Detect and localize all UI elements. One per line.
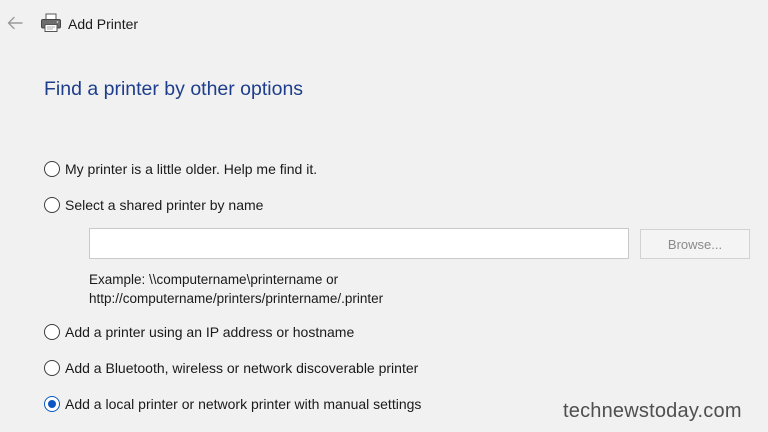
option-label: My printer is a little older. Help me fi… xyxy=(65,161,318,177)
option-label: Select a shared printer by name xyxy=(65,197,264,213)
option-label: Add a Bluetooth, wireless or network dis… xyxy=(65,360,419,376)
title-bar: Add Printer xyxy=(0,0,768,48)
example-line: Example: \\computername\printername or xyxy=(89,272,339,287)
example-line: http://computername/printers/printername… xyxy=(89,291,384,306)
option-label: Add a printer using an IP address or hos… xyxy=(65,324,355,340)
back-arrow-icon xyxy=(7,16,23,30)
back-button[interactable] xyxy=(4,12,26,34)
option-bluetooth-wireless[interactable]: Add a Bluetooth, wireless or network dis… xyxy=(44,360,418,376)
option-ip-address[interactable]: Add a printer using an IP address or hos… xyxy=(44,324,354,340)
watermark: technewstoday.com xyxy=(563,400,742,422)
option-label: Add a local printer or network printer w… xyxy=(65,396,422,412)
option-local-manual[interactable]: Add a local printer or network printer w… xyxy=(44,396,421,412)
shared-printer-name-input[interactable] xyxy=(89,228,629,259)
option-shared-printer[interactable]: Select a shared printer by name xyxy=(44,197,263,213)
page-heading: Find a printer by other options xyxy=(44,78,304,100)
browse-button[interactable]: Browse... xyxy=(640,229,750,259)
radio-button[interactable] xyxy=(44,360,60,376)
printer-icon xyxy=(41,13,61,32)
radio-button[interactable] xyxy=(44,324,60,340)
example-text: Example: \\computername\printername or h… xyxy=(89,270,383,308)
radio-button[interactable] xyxy=(44,161,60,177)
radio-button-selected[interactable] xyxy=(44,396,60,412)
option-older-printer[interactable]: My printer is a little older. Help me fi… xyxy=(44,161,317,177)
radio-button[interactable] xyxy=(44,197,60,213)
window-title: Add Printer xyxy=(68,16,139,32)
